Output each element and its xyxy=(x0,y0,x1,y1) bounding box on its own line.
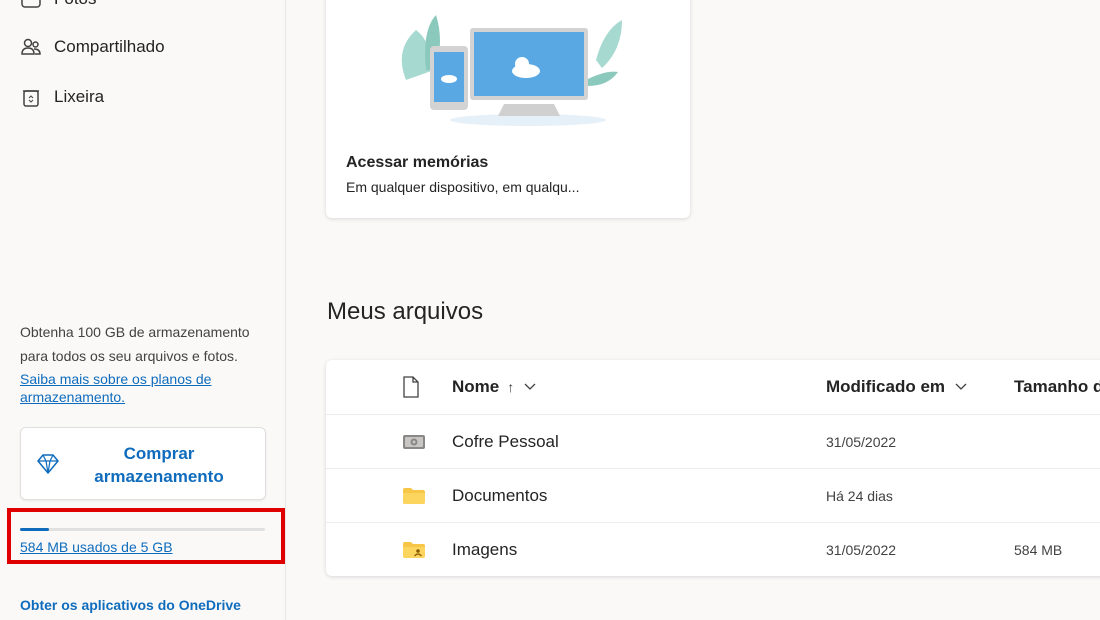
photos-icon xyxy=(21,0,41,8)
get-apps-link[interactable]: Obter os aplicativos do OneDrive xyxy=(20,597,241,613)
pictures-folder-icon xyxy=(402,523,426,576)
sort-ascending-icon: ↑ xyxy=(507,379,515,395)
table-row[interactable]: Imagens 31/05/2022 584 MB xyxy=(326,523,1100,576)
column-size-label: Tamanho d xyxy=(1014,377,1100,396)
column-size[interactable]: Tamanho d xyxy=(1014,360,1100,414)
file-name[interactable]: Cofre Pessoal xyxy=(452,415,559,468)
recycle-bin-icon xyxy=(23,90,39,107)
column-name[interactable]: Nome ↑ xyxy=(452,360,536,414)
file-name[interactable]: Documentos xyxy=(452,469,547,522)
file-modified: 31/05/2022 xyxy=(826,541,897,558)
sidebar-item-recycle-bin[interactable]: Lixeira xyxy=(20,86,104,108)
storage-plans-link[interactable]: Saiba mais sobre os planos de armazename… xyxy=(20,370,220,406)
card-title: Acessar memórias xyxy=(346,154,489,171)
people-icon xyxy=(21,38,41,55)
chevron-down-icon xyxy=(955,383,967,390)
chevron-down-icon xyxy=(524,383,536,390)
section-title: Meus arquivos xyxy=(327,298,484,325)
sidebar-item-shared[interactable]: Compartilhado xyxy=(20,36,165,58)
sidebar-item-label: Compartilhado xyxy=(54,37,165,56)
highlight-box xyxy=(7,508,285,564)
table-row[interactable]: Documentos Há 24 dias xyxy=(326,469,1100,523)
sidebar-item-photos[interactable]: Fotos xyxy=(20,0,97,10)
column-name-label: Nome xyxy=(452,377,500,396)
buy-storage-label: Comprar armazenamento xyxy=(94,444,224,486)
sidebar: Fotos Compartilhado Lixeira Obtenha 100 … xyxy=(0,0,286,620)
storage-promo-text: Obtenha 100 GB de armazenamento para tod… xyxy=(20,324,250,364)
table-header: Nome ↑ Modificado em Tamanho d xyxy=(326,360,1100,415)
column-modified-label: Modificado em xyxy=(826,377,946,396)
sidebar-item-label: Lixeira xyxy=(54,87,105,106)
memories-card[interactable]: Acessar memórias Em qualquer dispositivo… xyxy=(326,0,690,218)
files-table: Nome ↑ Modificado em Tamanho d Cofre Pes… xyxy=(326,360,1100,576)
folder-icon xyxy=(402,469,426,522)
file-size: 584 MB xyxy=(1014,541,1063,558)
vault-icon xyxy=(402,415,426,468)
file-type-icon[interactable] xyxy=(402,360,420,414)
diamond-icon xyxy=(37,454,59,474)
card-subtitle: Em qualquer dispositivo, em qualqu... xyxy=(346,179,580,195)
table-row[interactable]: Cofre Pessoal 31/05/2022 xyxy=(326,415,1100,469)
devices-illustration xyxy=(401,15,622,126)
file-modified: 31/05/2022 xyxy=(826,433,897,450)
file-modified: Há 24 dias xyxy=(826,487,893,504)
sidebar-item-label: Fotos xyxy=(54,0,97,9)
column-modified[interactable]: Modificado em xyxy=(826,360,967,414)
file-name[interactable]: Imagens xyxy=(452,523,517,576)
buy-storage-button[interactable]: Comprar armazenamento xyxy=(20,427,266,500)
